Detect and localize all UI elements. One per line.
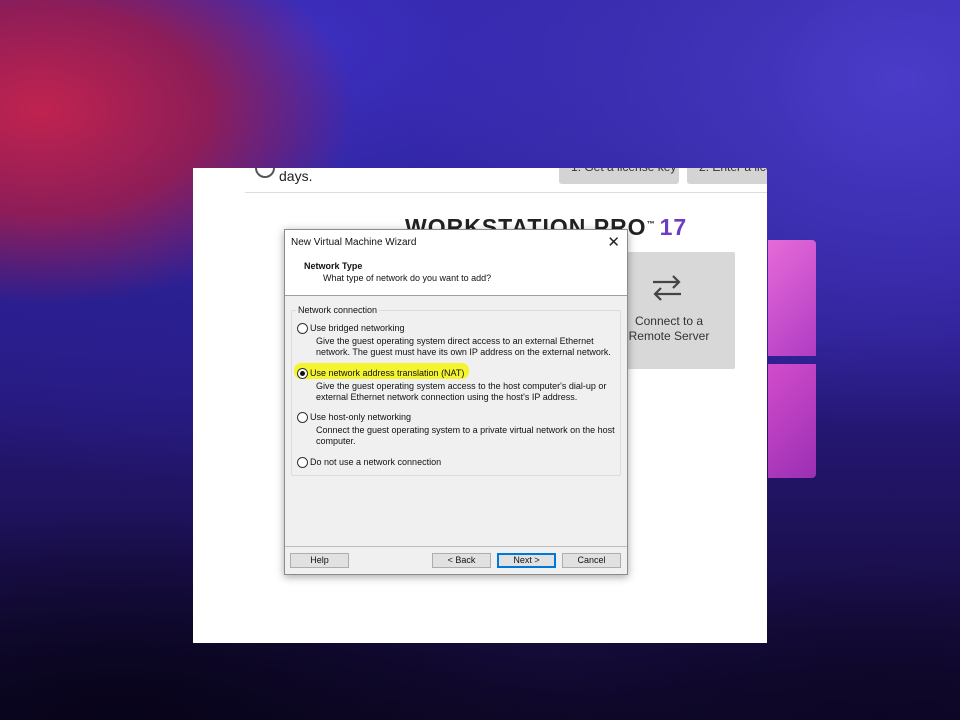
- option-nat-label[interactable]: Use network address translation (NAT): [310, 368, 464, 379]
- network-connection-group: Network connection Use bridged networkin…: [291, 305, 621, 476]
- radio-bridged[interactable]: [297, 323, 308, 334]
- trial-days-text: days.: [279, 168, 313, 184]
- enter-license-key-button[interactable]: 2. Enter a license key: [687, 168, 767, 184]
- windows-logo-pane-bottom: [768, 364, 816, 478]
- brand-trademark: ™: [646, 219, 656, 229]
- radio-nat[interactable]: [297, 368, 308, 379]
- radio-host-only[interactable]: [297, 412, 308, 423]
- radio-no-network[interactable]: [297, 457, 308, 468]
- windows-logo: [768, 240, 816, 480]
- windows-logo-pane-top: [768, 240, 816, 356]
- group-label: Network connection: [296, 305, 380, 315]
- option-bridged-desc: Give the guest operating system direct a…: [316, 336, 611, 357]
- option-nat-desc: Give the guest operating system access t…: [316, 381, 607, 402]
- dialog-title: New Virtual Machine Wizard: [291, 237, 417, 248]
- brand-version: 17: [659, 214, 688, 240]
- option-bridged-label[interactable]: Use bridged networking: [310, 323, 405, 334]
- cancel-button[interactable]: Cancel: [562, 553, 621, 568]
- divider: [245, 192, 767, 193]
- get-license-key-button[interactable]: 1. Get a license key: [559, 168, 679, 184]
- new-vm-wizard-dialog: New Virtual Machine Wizard ✕ Network Typ…: [284, 229, 628, 575]
- next-button[interactable]: Next >: [497, 553, 556, 568]
- help-button[interactable]: Help: [290, 553, 349, 568]
- dialog-title-bar[interactable]: New Virtual Machine Wizard ✕: [285, 230, 627, 256]
- page-title: Network Type: [304, 261, 363, 271]
- close-icon[interactable]: ✕: [607, 233, 620, 251]
- swap-arrows-icon: [653, 275, 681, 301]
- page-subtitle: What type of network do you want to add?: [323, 273, 492, 283]
- option-host-only-label[interactable]: Use host-only networking: [310, 412, 411, 423]
- info-circle-icon: [255, 168, 275, 178]
- option-no-network-label[interactable]: Do not use a network connection: [310, 457, 441, 468]
- option-host-only-desc: Connect the guest operating system to a …: [316, 425, 615, 446]
- button-separator: [285, 546, 627, 547]
- wizard-header: Network Type What type of network do you…: [285, 256, 627, 296]
- back-button[interactable]: < Back: [432, 553, 491, 568]
